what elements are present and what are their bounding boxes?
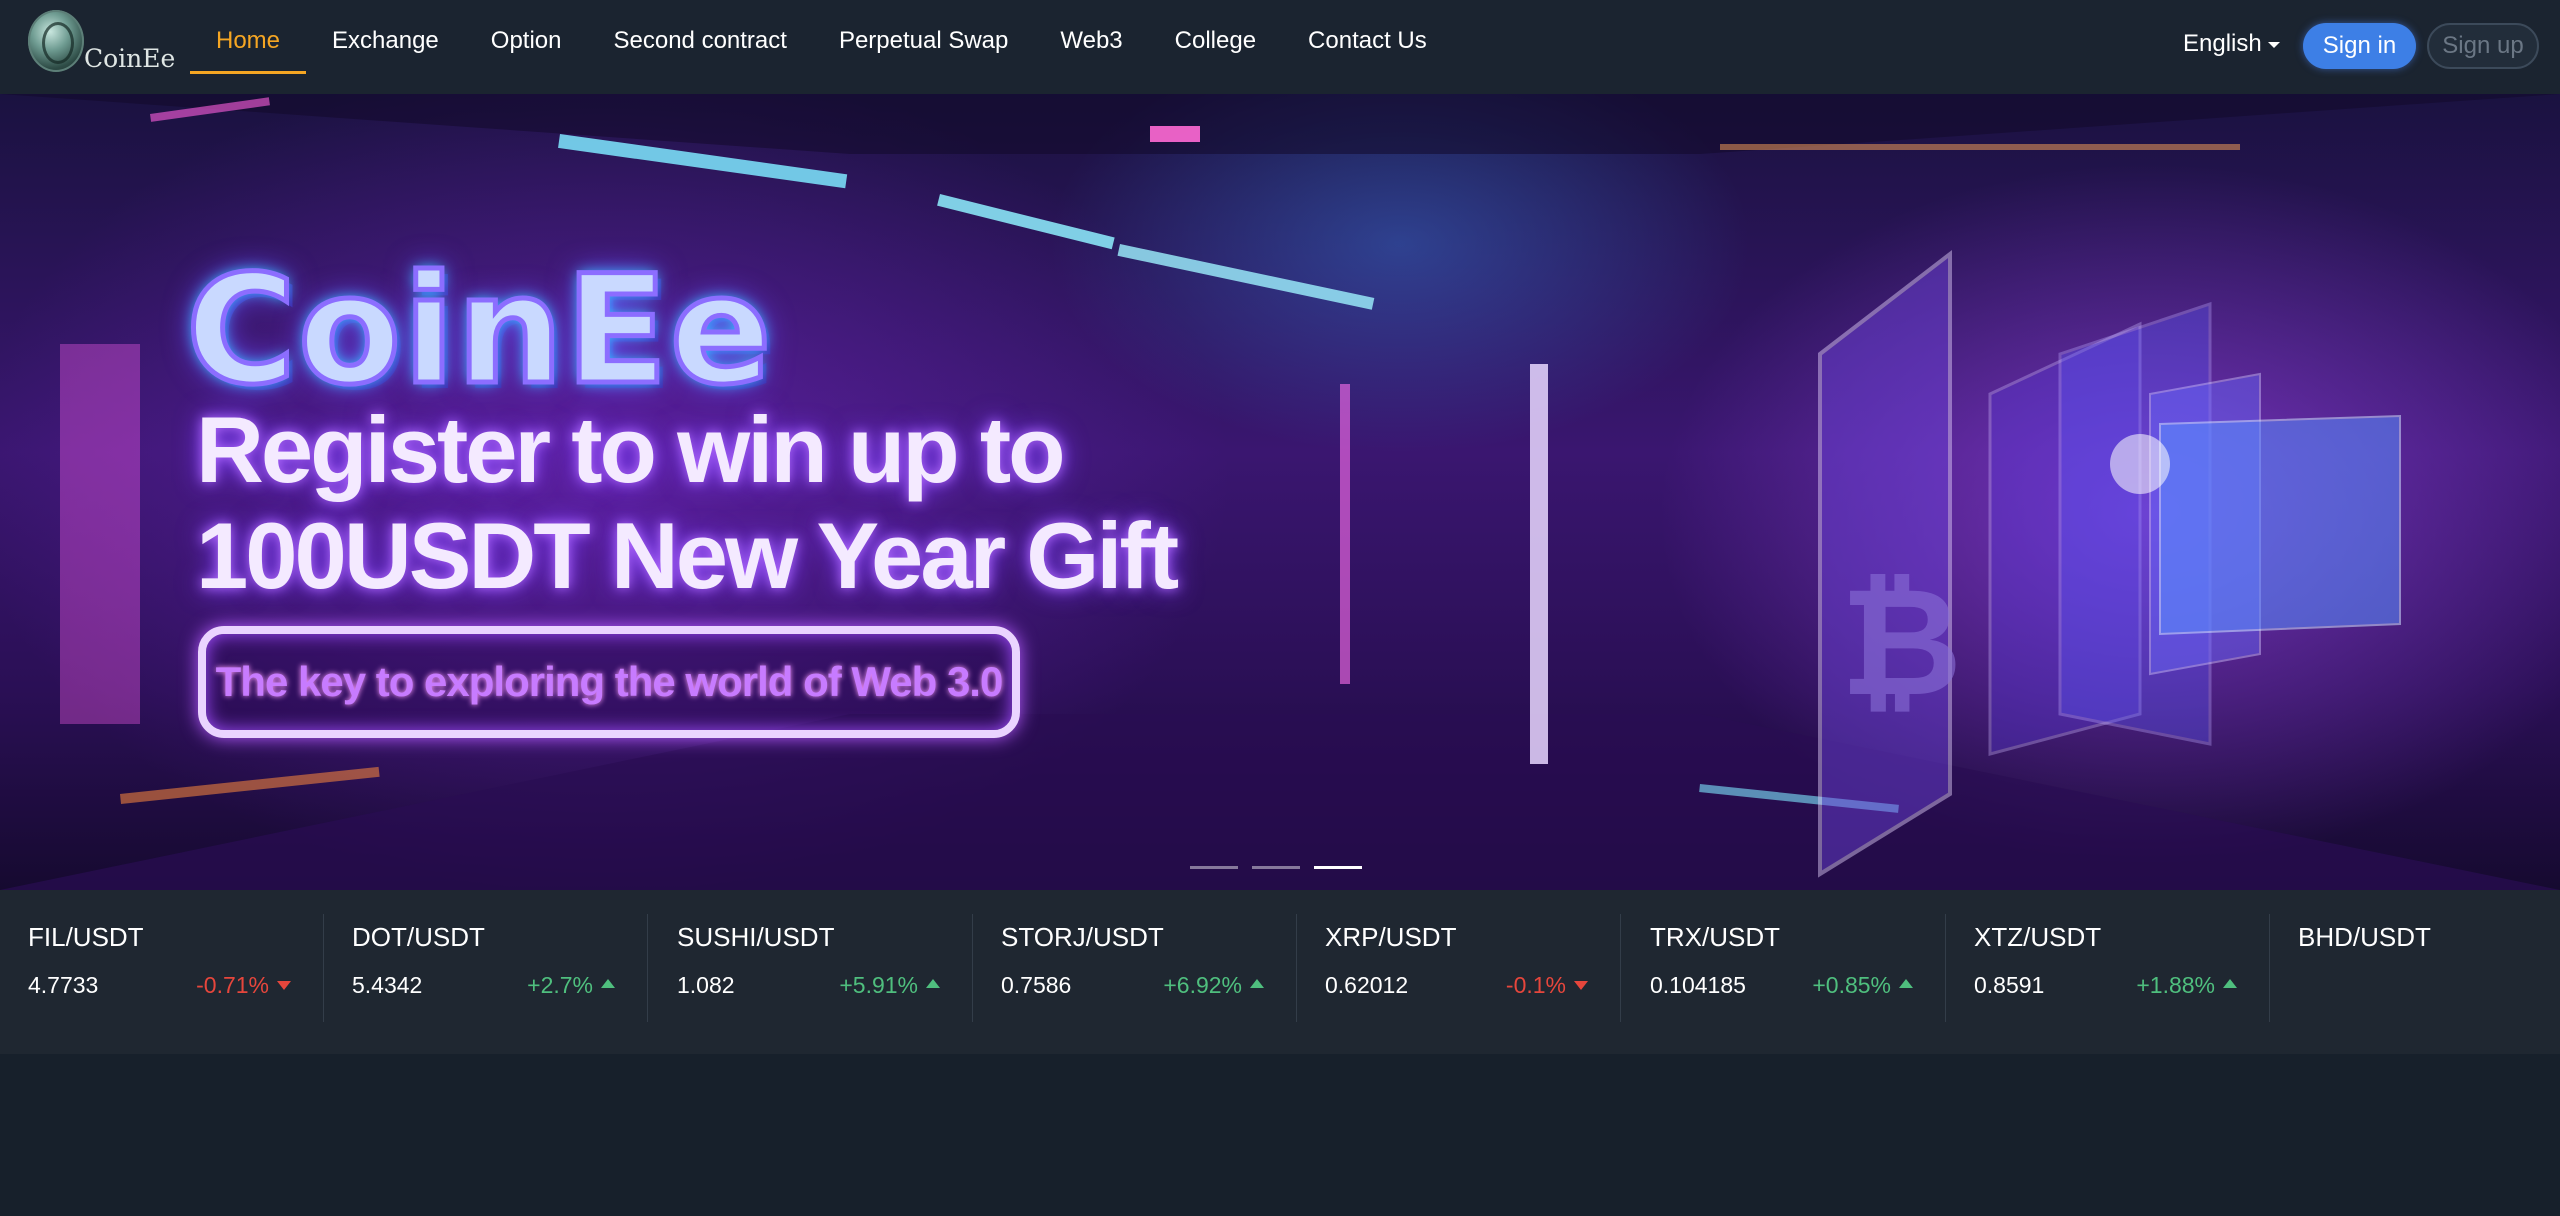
ticker-change: +6.92% [1163, 972, 1242, 998]
nav-home[interactable]: Home [190, 0, 307, 74]
svg-text:₿: ₿ [1840, 556, 1962, 730]
hero-banner[interactable]: ₿ CoinEe Register to win up to 100USDT N… [0, 94, 2560, 890]
arrow-down-icon [1574, 981, 1588, 990]
nav-second-contract[interactable]: Second contract [588, 0, 813, 74]
main-nav: Home Exchange Option Second contract Per… [190, 0, 1453, 74]
nav-perpetual-swap[interactable]: Perpetual Swap [813, 0, 1034, 74]
ticker-change: -0.1% [1505, 972, 1566, 998]
ticker-pair: STORJ/USDT [1001, 922, 1164, 952]
ticker-item-sushi[interactable]: SUSHI/USDT 1.082 +5.91% [649, 914, 973, 1022]
ticker-pair: DOT/USDT [352, 922, 485, 952]
language-label: English [2183, 30, 2262, 57]
sign-in-button[interactable]: Sign in [2303, 23, 2416, 69]
ticker-change: +2.7% [527, 972, 593, 998]
top-header: CoinEe Home Exchange Option Second contr… [0, 0, 2560, 94]
ticker-price: 4.7733 [28, 972, 99, 998]
sign-up-button[interactable]: Sign up [2427, 23, 2539, 69]
ticker-item-xrp[interactable]: XRP/USDT 0.62012 -0.1% [1297, 914, 1621, 1022]
caret-down-icon [2267, 41, 2280, 48]
ticker-change: -0.71% [196, 972, 269, 998]
carousel-dot-1[interactable] [1190, 866, 1238, 869]
banner-tagline: The key to exploring the world of Web 3.… [198, 626, 1020, 738]
ticker-pair: XTZ/USDT [1974, 922, 2102, 952]
page-body-area [0, 1054, 2560, 1216]
nav-exchange[interactable]: Exchange [306, 0, 465, 74]
ticker-change: +1.88% [2136, 972, 2215, 998]
arrow-down-icon [277, 981, 291, 990]
banner-headline-line1: Register to win up to [196, 397, 1066, 502]
carousel-dot-3[interactable] [1314, 866, 1362, 869]
ticker-change: +5.91% [839, 972, 918, 998]
nav-option[interactable]: Option [465, 0, 588, 74]
arrow-up-icon [1250, 979, 1264, 988]
carousel-indicators [1190, 866, 1362, 869]
arrow-up-icon [601, 979, 615, 988]
ticker-item-xtz[interactable]: XTZ/USDT 0.8591 +1.88% [1946, 914, 2270, 1022]
ticker-item-trx[interactable]: TRX/USDT 0.104185 +0.85% [1622, 914, 1946, 1022]
arrow-up-icon [926, 979, 940, 988]
ticker-price: 1.082 [677, 972, 735, 998]
ticker-pair: BHD/USDT [2298, 922, 2431, 952]
ticker-price: 0.62012 [1325, 972, 1409, 998]
ticker-pair: XRP/USDT [1325, 922, 1457, 952]
brand-name: CoinEe [84, 44, 176, 73]
arrow-up-icon [1899, 979, 1913, 988]
ticker-pair: TRX/USDT [1650, 922, 1780, 952]
language-selector[interactable]: English [2183, 30, 2280, 58]
nav-web3[interactable]: Web3 [1034, 0, 1148, 74]
carousel-dot-2[interactable] [1252, 866, 1300, 869]
ticker-price: 0.7586 [1001, 972, 1072, 998]
ticker-price: 5.4342 [352, 972, 423, 998]
nav-college[interactable]: College [1149, 0, 1282, 74]
ticker-item-bhd[interactable]: BHD/USDT [2270, 914, 2560, 1022]
brand-logo[interactable]: CoinEe [28, 10, 175, 78]
ticker-pair: SUSHI/USDT [677, 922, 835, 952]
ticker-item-dot[interactable]: DOT/USDT 5.4342 +2.7% [324, 914, 648, 1022]
ticker-item-fil[interactable]: FIL/USDT 4.7733 -0.71% [0, 914, 324, 1022]
ticker-price: 0.104185 [1650, 972, 1746, 998]
arrow-up-icon [2223, 979, 2237, 988]
ticker-price: 0.8591 [1974, 972, 2045, 998]
ticker-pair: FIL/USDT [28, 922, 144, 952]
banner-headline-line2: 100USDT New Year Gift [196, 503, 1179, 608]
market-ticker: FIL/USDT 4.7733 -0.71% DOT/USDT 5.4342 +… [0, 890, 2560, 1054]
ticker-change: +0.85% [1812, 972, 1891, 998]
coin-logo-icon [28, 10, 84, 72]
banner-logo-text: CoinEe [184, 242, 775, 421]
ticker-item-storj[interactable]: STORJ/USDT 0.7586 +6.92% [973, 914, 1297, 1022]
nav-contact-us[interactable]: Contact Us [1282, 0, 1453, 74]
